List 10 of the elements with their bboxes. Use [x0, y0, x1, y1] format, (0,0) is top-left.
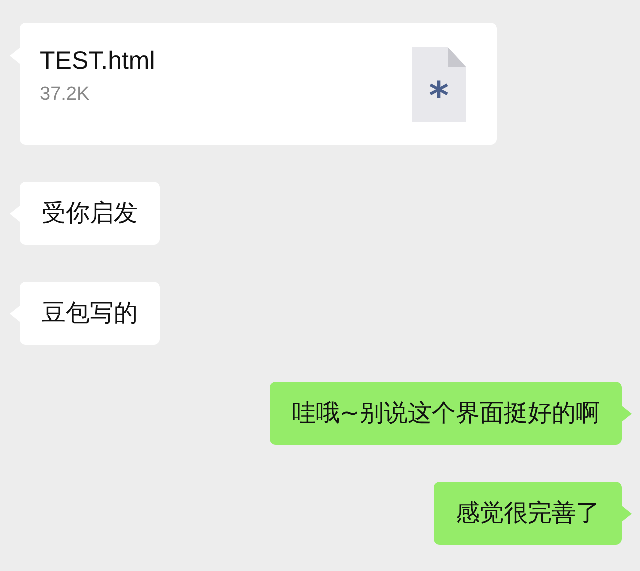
message-bubble: 受你启发: [20, 182, 160, 245]
file-size: 37.2K: [40, 84, 91, 106]
message-bubble: 哇哦~别说这个界面挺好的啊: [270, 382, 622, 445]
message-bubble: 感觉很完善了: [434, 482, 622, 545]
message-bubble: 豆包写的: [20, 282, 160, 345]
bubble-tail: [622, 506, 632, 522]
file-icon: *: [412, 47, 466, 122]
bubble-tail: [622, 406, 632, 422]
file-card[interactable]: TEST.html 37.2K *: [20, 23, 497, 145]
file-name: TEST.html: [40, 47, 156, 76]
